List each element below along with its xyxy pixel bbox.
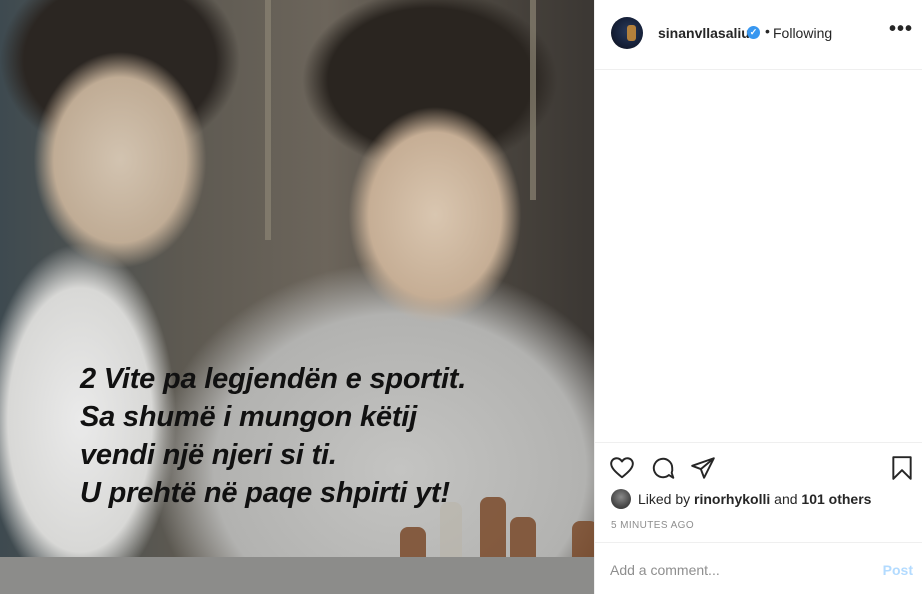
share-icon[interactable] [690, 455, 716, 481]
action-bar [595, 442, 922, 490]
avatar-figure [627, 25, 636, 41]
comment-bar: Post [595, 542, 922, 594]
bottle-shape [400, 527, 426, 557]
likes-summary: Liked by rinorhykolli and 101 others [611, 488, 911, 510]
caption-line: Sa shumë i mungon këtij [80, 401, 418, 433]
background-pole [530, 0, 536, 200]
more-options-icon[interactable]: ••• [889, 18, 913, 41]
caption-line: vendi një njeri si ti. [80, 439, 337, 471]
background-pole [265, 0, 271, 240]
caption-line: 2 Vite pa legjendën e sportit. [80, 363, 467, 395]
likes-others-link[interactable]: 101 others [801, 491, 871, 507]
post-photo: 2 Vite pa legjendën e sportit. Sa shumë … [0, 0, 594, 557]
post-timestamp[interactable]: 5 MINUTES AGO [611, 520, 694, 531]
bookmark-icon[interactable] [889, 455, 915, 481]
comment-input[interactable] [610, 559, 870, 581]
comment-icon[interactable] [650, 455, 676, 481]
caption-line: U prehtë në paqe shpirti yt! [80, 477, 450, 509]
bottle-shape [572, 521, 594, 557]
likes-prefix: Liked by [638, 491, 691, 507]
media-footer-strip [0, 557, 594, 594]
avatar[interactable] [611, 17, 643, 49]
verified-badge-icon: ✓ [747, 26, 760, 39]
liker-avatar[interactable] [611, 489, 631, 509]
heart-icon[interactable] [609, 455, 635, 481]
likes-and: and [774, 491, 798, 507]
bottle-shape [510, 517, 536, 557]
photo-caption-text: 2 Vite pa legjendën e sportit. Sa shumë … [80, 360, 580, 512]
post-side-panel: sinanvllasaliu ✓ • Following ••• Liked b… [594, 0, 922, 594]
post-media[interactable]: 2 Vite pa legjendën e sportit. Sa shumë … [0, 0, 594, 594]
likes-text: Liked by rinorhykolli and 101 others [638, 491, 871, 507]
post-comment-button[interactable]: Post [883, 562, 913, 578]
post-header: sinanvllasaliu ✓ • Following ••• [595, 0, 922, 70]
liker-username-link[interactable]: rinorhykolli [694, 491, 770, 507]
separator-dot: • [765, 23, 770, 39]
username-link[interactable]: sinanvllasaliu [658, 25, 750, 41]
following-button[interactable]: Following [773, 25, 832, 41]
